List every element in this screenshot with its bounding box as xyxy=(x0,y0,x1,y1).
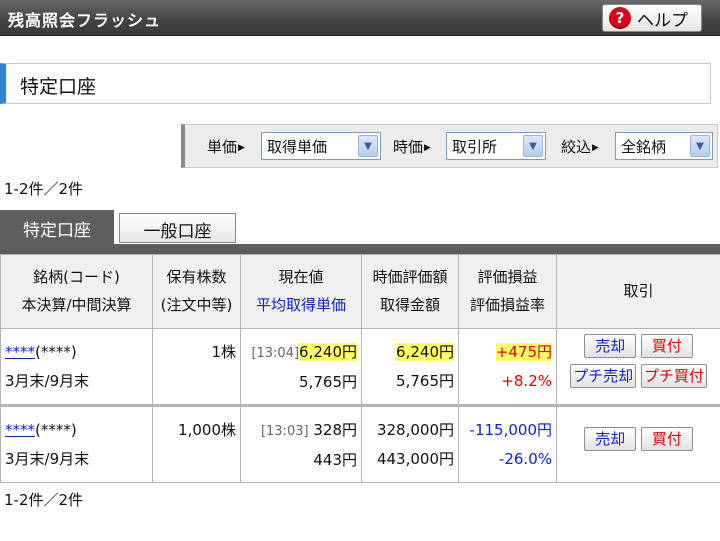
price-basis-select[interactable]: 取得単価 ▼ xyxy=(261,132,381,160)
tab-specific-account[interactable]: 特定口座 xyxy=(0,210,114,244)
section-title: 特定口座 xyxy=(20,76,97,98)
holdings-table: 銘柄(コード) 本決算/中間決算 保有株数 (注文中等) 現在値 平均取得単価 時価評… xyxy=(0,254,720,483)
market-source-select[interactable]: 取引所 ▼ xyxy=(446,132,546,160)
section-header: 特定口座 xyxy=(0,63,711,104)
price-cell: [13:03] 328円 443円 xyxy=(240,404,362,483)
result-count-bottom: 1-2件／2件 xyxy=(4,491,84,509)
pl-cell: -115,000円 -26.0% xyxy=(458,404,557,483)
average-cost: 5,765円 xyxy=(299,373,357,391)
trade-cell: 売却 買付 プチ売却 プチ買付 xyxy=(556,328,720,406)
value-cell: 328,000円 443,000円 xyxy=(361,404,459,483)
price-cell: [13:04]6,240円 5,765円 xyxy=(240,328,362,406)
shares-cell: 1,000株 xyxy=(152,404,241,483)
header-stock: 銘柄(コード) 本決算/中間決算 xyxy=(0,254,153,329)
petit-buy-button[interactable]: プチ買付 xyxy=(640,364,707,388)
header-trade: 取引 xyxy=(556,254,720,329)
buy-button[interactable]: 買付 xyxy=(640,334,693,358)
header-profit-loss: 評価損益 評価損益率 xyxy=(458,254,557,329)
filter-bar: 単価▶ 取得単価 ▼ 時価▶ 取引所 ▼ 絞込▶ 全銘柄 ▼ xyxy=(181,124,718,168)
value-cell: 6,240円 5,765円 xyxy=(361,328,459,406)
tab-general-account[interactable]: 一般口座 xyxy=(119,213,236,243)
current-price: 328円 xyxy=(313,421,357,439)
acquisition-cost: 443,000円 xyxy=(376,450,454,468)
pl-cell: +475円 +8.2% xyxy=(458,328,557,406)
settlement-period: 3月末/9月末 xyxy=(5,450,90,468)
header-market-value: 時価評価額 取得金額 xyxy=(361,254,459,329)
arrow-right-icon: ▶ xyxy=(424,142,431,153)
help-icon: ? xyxy=(609,7,631,29)
current-price: 6,240円 xyxy=(299,343,357,361)
arrow-right-icon: ▶ xyxy=(592,142,599,153)
result-count-top: 1-2件／2件 xyxy=(4,180,84,198)
stock-name-link[interactable]: **** xyxy=(5,421,35,439)
price-time: [13:03] xyxy=(260,424,309,439)
market-value: 328,000円 xyxy=(376,421,454,439)
filter-label-market: 時価▶ xyxy=(393,138,431,156)
tab-underline xyxy=(0,244,720,254)
help-button[interactable]: ? ヘルプ xyxy=(602,4,702,32)
market-value: 6,240円 xyxy=(396,343,454,361)
stock-cell: ****(****) 3月末/9月末 xyxy=(0,404,153,483)
stock-name-link[interactable]: **** xyxy=(5,343,35,361)
window-title: 残高照会フラッシュ xyxy=(8,11,162,30)
stock-cell: ****(****) 3月末/9月末 xyxy=(0,328,153,406)
header-shares: 保有株数 (注文中等) xyxy=(152,254,241,329)
header-price: 現在値 平均取得単価 xyxy=(240,254,362,329)
profit-loss: -115,000円 xyxy=(469,421,552,439)
sell-button[interactable]: 売却 xyxy=(584,334,637,358)
profit-loss: +475円 xyxy=(495,343,552,361)
average-cost: 443円 xyxy=(313,451,357,469)
sell-button[interactable]: 売却 xyxy=(584,427,637,451)
filter-label-narrow: 絞込▶ xyxy=(561,138,599,156)
arrow-right-icon: ▶ xyxy=(238,142,245,153)
acquisition-cost: 5,765円 xyxy=(396,372,454,390)
filter-label-price: 単価▶ xyxy=(207,138,245,156)
shares-cell: 1株 xyxy=(152,328,241,406)
profit-loss-rate: -26.0% xyxy=(498,450,552,468)
settlement-period: 3月末/9月末 xyxy=(5,372,90,390)
help-label: ヘルプ xyxy=(637,10,688,31)
table-row: ****(****) 3月末/9月末 1,000株 [13:03] 328円 4… xyxy=(0,404,720,483)
title-bar: 残高照会フラッシュ ? ヘルプ xyxy=(0,0,720,36)
chevron-down-icon: ▼ xyxy=(523,135,543,157)
trade-cell: 売却 買付 xyxy=(556,404,720,483)
table-header-row: 銘柄(コード) 本決算/中間決算 保有株数 (注文中等) 現在値 平均取得単価 時価評… xyxy=(0,254,720,329)
price-time: [13:04] xyxy=(251,346,300,361)
profit-loss-rate: +8.2% xyxy=(501,372,552,390)
chevron-down-icon: ▼ xyxy=(690,135,710,157)
chevron-down-icon: ▼ xyxy=(358,135,378,157)
stock-filter-select[interactable]: 全銘柄 ▼ xyxy=(615,132,713,160)
buy-button[interactable]: 買付 xyxy=(640,427,693,451)
petit-sell-button[interactable]: プチ売却 xyxy=(570,364,637,388)
table-row: ****(****) 3月末/9月末 1株 [13:04]6,240円 5,76… xyxy=(0,328,720,406)
